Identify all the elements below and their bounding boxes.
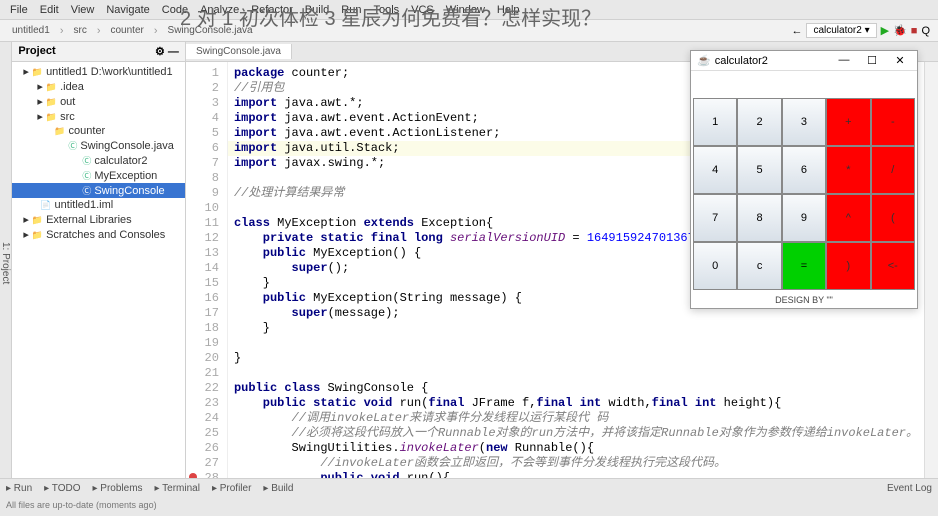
calc-key-<-[interactable]: <- [871, 242, 915, 290]
tree-item-external-libraries[interactable]: ▸ External Libraries [12, 212, 185, 227]
tree-item-untitled1-iml[interactable]: untitled1.iml [12, 198, 185, 212]
tree-item-calculator2[interactable]: calculator2 [12, 153, 185, 168]
calc-key-2[interactable]: 2 [737, 98, 781, 146]
minimize-icon[interactable]: — [833, 54, 855, 67]
class-icon [82, 184, 91, 197]
project-tree[interactable]: ▸ untitled1 D:\work\untitled1▸ .idea▸ ou… [12, 62, 185, 478]
menu-file[interactable]: File [4, 4, 34, 16]
file-icon [40, 199, 51, 211]
calculator-window: ☕ calculator2 — ☐ ✕ 123+- 456*/ 789^(0c=)<… [690, 50, 918, 309]
tool-build[interactable]: ▸ Build [263, 483, 293, 494]
expand-icon[interactable]: ▸ [37, 80, 43, 93]
breakpoint-icon[interactable] [189, 473, 197, 478]
project-panel: Project ⚙ — ▸ untitled1 D:\work\untitled… [12, 42, 186, 478]
calc-key-c[interactable]: c [737, 242, 781, 290]
calc-display[interactable] [693, 73, 915, 96]
folder-icon [46, 111, 57, 123]
tool-todo[interactable]: ▸ TODO [44, 483, 80, 494]
calc-footer: DESIGN BY "" [691, 292, 917, 308]
project-panel-gear-icon[interactable]: ⚙ — [155, 45, 179, 58]
tree-item-counter[interactable]: counter [12, 124, 185, 138]
tree-item--idea[interactable]: ▸ .idea [12, 79, 185, 94]
menu-view[interactable]: View [65, 4, 101, 16]
expand-icon[interactable]: ▸ [23, 213, 29, 226]
maximize-icon[interactable]: ☐ [861, 54, 883, 67]
expand-icon[interactable]: ▸ [23, 65, 29, 78]
calc-key-+[interactable]: + [826, 98, 870, 146]
calc-key-/[interactable]: / [871, 146, 915, 194]
folder-icon [32, 229, 43, 241]
tree-item-untitled1[interactable]: ▸ untitled1 D:\work\untitled1 [12, 64, 185, 79]
tree-item-scratches-and-consoles[interactable]: ▸ Scratches and Consoles [12, 227, 185, 242]
event-log-button[interactable]: Event Log [887, 483, 932, 494]
close-icon[interactable]: ✕ [889, 54, 911, 67]
calc-key-9[interactable]: 9 [782, 194, 826, 242]
calc-key-4[interactable]: 4 [693, 146, 737, 194]
calc-key-*[interactable]: * [826, 146, 870, 194]
breadcrumb-project[interactable]: untitled1 [8, 25, 54, 36]
search-icon[interactable]: Q [921, 25, 930, 37]
class-icon [82, 154, 91, 167]
nav-back-icon[interactable]: ← [791, 25, 802, 37]
line-gutter[interactable]: 1234567891011121314151617181920212223242… [186, 62, 228, 478]
tool-terminal[interactable]: ▸ Terminal [155, 483, 200, 494]
breadcrumb-src[interactable]: src [69, 25, 90, 36]
class-icon [68, 139, 77, 152]
status-bar: All files are up-to-date (moments ago) [0, 498, 938, 516]
calc-key-([interactable]: ( [871, 194, 915, 242]
tree-item-swingconsole-java[interactable]: SwingConsole.java [12, 138, 185, 153]
stop-icon[interactable]: ■ [911, 25, 918, 37]
tool-profiler[interactable]: ▸ Profiler [212, 483, 251, 494]
tree-item-src[interactable]: ▸ src [12, 109, 185, 124]
folder-icon [32, 66, 43, 78]
project-panel-title: Project [18, 45, 55, 58]
folder-icon [32, 214, 43, 226]
calc-key-1[interactable]: 1 [693, 98, 737, 146]
project-tool-tab[interactable]: 1: Project [0, 42, 12, 478]
error-stripe[interactable] [924, 62, 938, 478]
calc-key-=[interactable]: = [782, 242, 826, 290]
run-config-selector[interactable]: calculator2 ▾ [806, 23, 876, 38]
tree-item-swingconsole[interactable]: SwingConsole [12, 183, 185, 198]
tree-item-myexception[interactable]: MyException [12, 168, 185, 183]
overlay-caption: 2 对 1 初次体检 3 星辰为何免费看？怎样实现？ [180, 2, 601, 31]
tree-item-out[interactable]: ▸ out [12, 94, 185, 109]
editor-tab-file[interactable]: SwingConsole.java [186, 44, 292, 59]
tool-window-bar: ▸ Run ▸ TODO ▸ Problems ▸ Terminal ▸ Profile… [0, 478, 938, 498]
menu-navigate[interactable]: Navigate [100, 4, 155, 16]
calc-key-8[interactable]: 8 [737, 194, 781, 242]
expand-icon[interactable]: ▸ [23, 228, 29, 241]
class-icon [82, 169, 91, 182]
calc-app-icon: ☕ [697, 54, 711, 67]
calc-keypad: 123+- 456*/ 789^(0c=)<- [693, 98, 915, 290]
calc-key-5[interactable]: 5 [737, 146, 781, 194]
run-icon[interactable]: ▶ [881, 24, 889, 37]
calc-key-3[interactable]: 3 [782, 98, 826, 146]
menu-edit[interactable]: Edit [34, 4, 65, 16]
tool-problems[interactable]: ▸ Problems [92, 483, 142, 494]
folder-icon [54, 125, 65, 137]
calc-key-6[interactable]: 6 [782, 146, 826, 194]
expand-icon[interactable]: ▸ [37, 95, 43, 108]
calc-window-title: calculator2 [715, 55, 768, 67]
folder-icon [46, 96, 57, 108]
calc-key-)[interactable]: ) [826, 242, 870, 290]
calc-key--[interactable]: - [871, 98, 915, 146]
tool-run[interactable]: ▸ Run [6, 483, 32, 494]
folder-icon [46, 81, 57, 93]
debug-icon[interactable]: 🐞 [893, 24, 907, 37]
breadcrumb-pkg[interactable]: counter [107, 25, 148, 36]
calc-key-^[interactable]: ^ [826, 194, 870, 242]
calc-key-7[interactable]: 7 [693, 194, 737, 242]
expand-icon[interactable]: ▸ [37, 110, 43, 123]
calc-key-0[interactable]: 0 [693, 242, 737, 290]
